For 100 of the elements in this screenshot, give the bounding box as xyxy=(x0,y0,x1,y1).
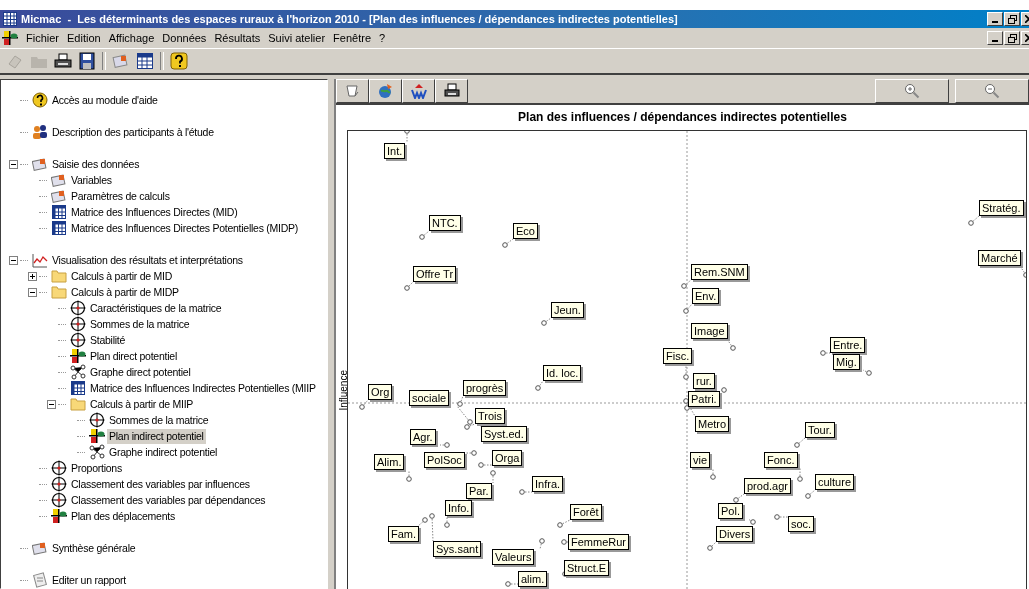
tree-item[interactable]: Visualisation des résultats et interprétations xyxy=(50,252,245,268)
document-icon xyxy=(32,572,48,588)
menu-item[interactable]: Affichage xyxy=(104,32,159,44)
data-point xyxy=(406,469,412,482)
data-point xyxy=(797,467,803,482)
point-label: alim. xyxy=(518,571,548,587)
tree-item[interactable]: Plan des déplacements xyxy=(69,508,177,524)
expander-box[interactable] xyxy=(9,255,18,265)
tree-item[interactable]: Graphe direct potentiel xyxy=(88,364,193,380)
data-point xyxy=(774,514,789,520)
tree-item[interactable]: Stabilité xyxy=(88,332,128,348)
restore-button[interactable] xyxy=(1004,12,1020,26)
tree-item[interactable]: Description des participants à l'étude xyxy=(50,124,216,140)
tree-item[interactable]: Matrice des Influences Directes Potentielles (MIDP) xyxy=(69,220,301,236)
target-icon xyxy=(51,476,67,492)
help-icon[interactable] xyxy=(170,52,188,70)
menu-item[interactable]: ? xyxy=(375,32,390,44)
point-label: Eco xyxy=(513,223,538,239)
up-arrow-icon xyxy=(410,83,427,99)
point-label: Trois xyxy=(475,408,506,424)
point-label: Forêt xyxy=(570,504,602,520)
tree-item[interactable]: Variables xyxy=(69,172,114,188)
menu-item[interactable]: Suivi atelier xyxy=(264,32,330,44)
expander-box[interactable] xyxy=(28,271,37,281)
data-point xyxy=(490,470,496,484)
tree-item[interactable]: Sommes de la matrice xyxy=(107,412,211,428)
expander-box[interactable] xyxy=(9,159,18,169)
folder-icon xyxy=(51,268,67,284)
tree-item[interactable]: Synthèse générale xyxy=(50,540,138,556)
line-chart-icon xyxy=(32,252,48,268)
expander-box[interactable] xyxy=(28,287,37,297)
data-point xyxy=(805,489,816,499)
data-icon xyxy=(51,188,67,204)
tree-item[interactable]: Matrice des Influences Directes (MID) xyxy=(69,204,240,220)
tree-item[interactable]: Classement des variables par influences xyxy=(69,476,252,492)
tree-item[interactable]: Calculs à partir de MID xyxy=(69,268,175,284)
tree-item[interactable]: Calculs à partir de MIDP xyxy=(69,284,181,300)
grid-icon[interactable] xyxy=(136,52,154,70)
data-point xyxy=(539,538,545,550)
zoom-out-icon xyxy=(984,83,1000,99)
point-label: PolSoc xyxy=(424,452,465,468)
target-icon xyxy=(70,316,86,332)
data-point xyxy=(404,131,410,144)
point-label: Mig. xyxy=(833,354,860,370)
menu-item[interactable]: Données xyxy=(158,32,211,44)
data-point xyxy=(862,369,872,376)
zoom-in-button[interactable] xyxy=(875,79,949,103)
point-label: Syst.ed. xyxy=(481,426,527,442)
tree-item[interactable]: Caractéristiques de la matrice xyxy=(88,300,224,316)
tree-item[interactable]: Proportions xyxy=(69,460,124,476)
tree-item[interactable]: Sommes de la matrice xyxy=(88,316,192,332)
tree-item[interactable]: Classement des variables par dépendances xyxy=(69,492,268,508)
minimize-button[interactable] xyxy=(987,31,1003,45)
export-button[interactable] xyxy=(402,79,435,103)
menu-item[interactable]: Fenêtre xyxy=(329,32,375,44)
graph-icon xyxy=(70,364,86,380)
point-label: FemmeRur xyxy=(568,534,629,550)
print-icon[interactable] xyxy=(54,52,72,70)
data-point xyxy=(419,230,430,240)
data-point xyxy=(557,519,571,528)
grid-icon xyxy=(51,220,67,236)
tree-item[interactable]: Graphe indirect potentiel xyxy=(107,444,220,460)
menu-item[interactable]: Fichier xyxy=(22,32,63,44)
data-point xyxy=(733,493,745,503)
save-icon[interactable] xyxy=(78,52,96,70)
tree-item[interactable]: Matrice des Influences Indirectes Potentielles (MIIP xyxy=(88,380,318,396)
people-icon xyxy=(32,124,48,140)
eraser-icon xyxy=(344,83,361,99)
point-label: Divers xyxy=(716,526,754,542)
point-label: Offre Tr xyxy=(413,266,457,282)
tree-item[interactable]: Calculs à partir de MIIP xyxy=(88,396,196,412)
tree-item[interactable]: Plan indirect potentiel xyxy=(107,428,206,444)
target-icon xyxy=(51,492,67,508)
target-icon xyxy=(70,332,86,348)
tree-item[interactable]: Accès au module d'aide xyxy=(50,92,160,108)
tree-item[interactable]: Plan direct potentiel xyxy=(88,348,179,364)
print-button[interactable] xyxy=(435,79,468,103)
restore-button[interactable] xyxy=(1004,31,1020,45)
data-point xyxy=(404,281,414,291)
point-label: Id. loc. xyxy=(543,365,582,381)
minimize-button[interactable] xyxy=(987,12,1003,26)
grid-icon xyxy=(51,204,67,220)
menu-item[interactable]: Résultats xyxy=(210,32,265,44)
data-point xyxy=(359,399,369,410)
eraser-button[interactable] xyxy=(336,79,369,103)
expander-box[interactable] xyxy=(47,399,56,409)
globe-button[interactable] xyxy=(369,79,402,103)
tree-item[interactable]: Editer un rapport xyxy=(50,572,128,588)
point-label: Stratég. xyxy=(979,200,1024,216)
point-label: Org xyxy=(368,384,393,400)
data-icon[interactable] xyxy=(112,52,130,70)
menu-item[interactable]: Edition xyxy=(63,32,105,44)
tree-item[interactable]: Saisie des données xyxy=(50,156,142,172)
data-point xyxy=(439,442,450,448)
point-label: Fisc. xyxy=(663,348,693,364)
point-label: prod.agr xyxy=(744,478,791,494)
zoom-out-button[interactable] xyxy=(955,79,1029,103)
zoom-in-icon xyxy=(904,83,920,99)
tree-item[interactable]: Paramètres de calculs xyxy=(69,188,172,204)
point-label: Tour. xyxy=(805,422,835,438)
